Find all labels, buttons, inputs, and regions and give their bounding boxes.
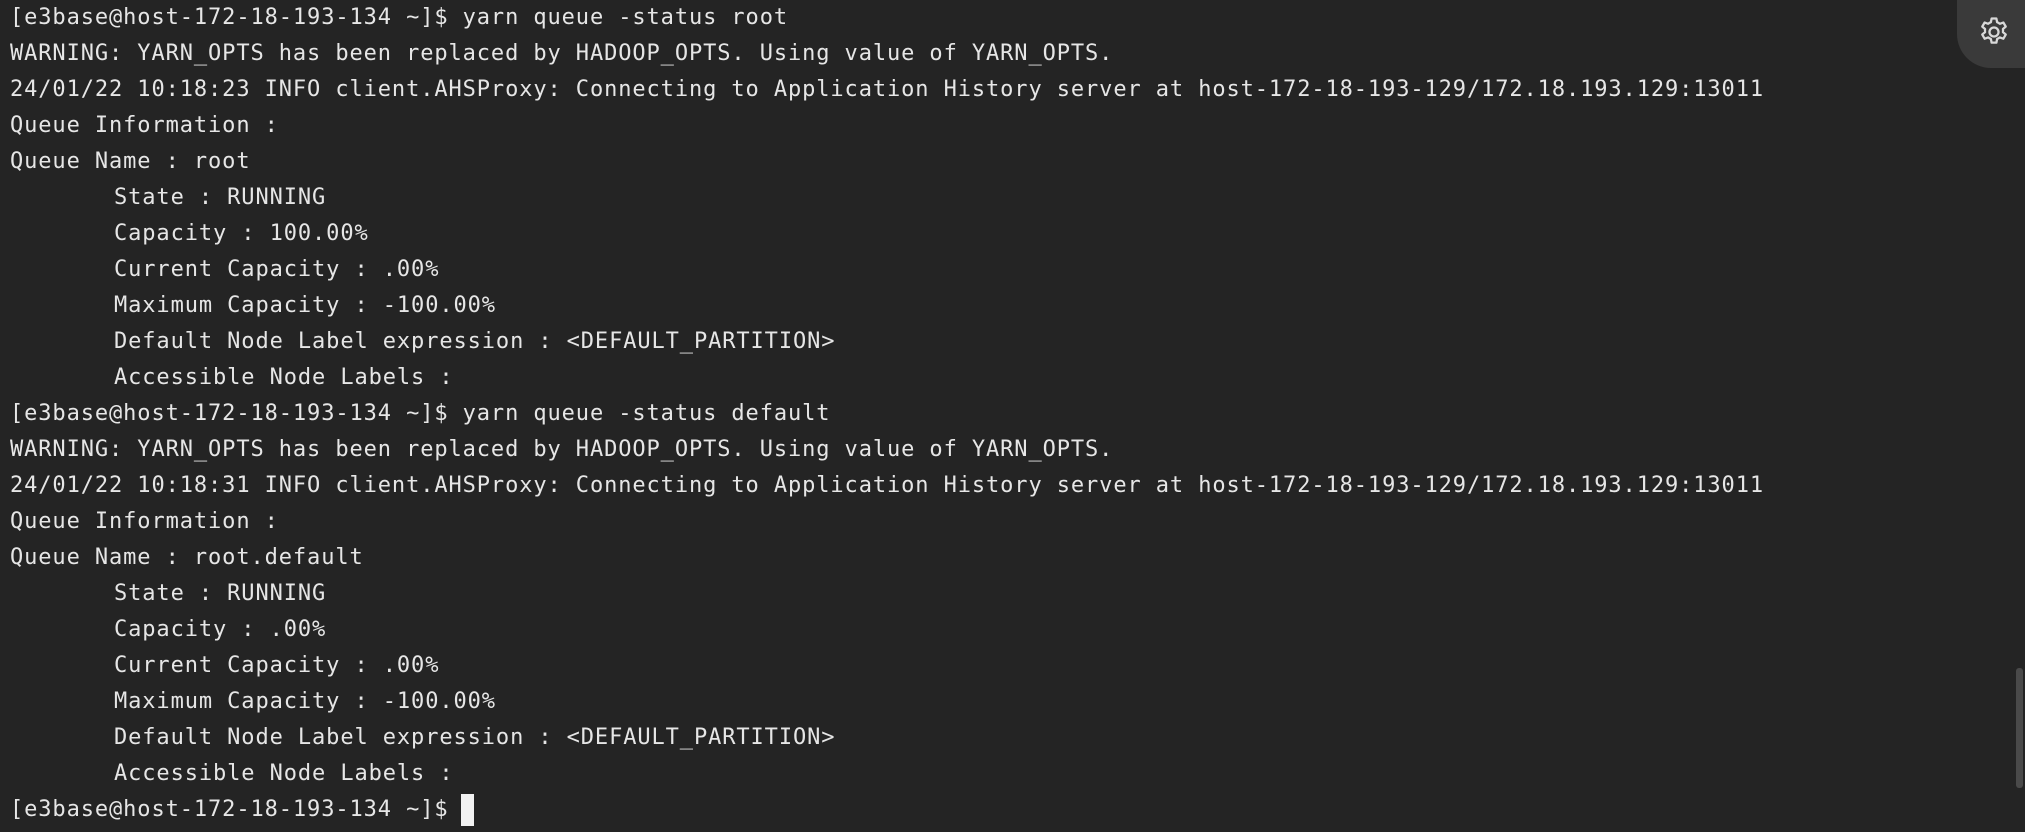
terminal-line: Default Node Label expression : <DEFAULT…: [114, 725, 836, 750]
terminal-line: Default Node Label expression : <DEFAULT…: [114, 329, 836, 354]
prompt-text: [e3base@host-172-18-193-134 ~]$: [10, 797, 449, 822]
terminal-line: Accessible Node Labels :: [114, 365, 454, 390]
terminal-output[interactable]: [e3base@host-172-18-193-134 ~]$ yarn que…: [10, 0, 2000, 832]
terminal-line: State : RUNNING: [114, 185, 327, 210]
terminal-line: 24/01/22 10:18:31 INFO client.AHSProxy: …: [10, 473, 1764, 498]
terminal-line: Current Capacity : .00%: [114, 653, 440, 678]
text-cursor: [460, 794, 474, 826]
terminal-line: 24/01/22 10:18:23 INFO client.AHSProxy: …: [10, 77, 1764, 102]
terminal-line: State : RUNNING: [114, 581, 327, 606]
terminal-line: WARNING: YARN_OPTS has been replaced by …: [10, 437, 1114, 462]
terminal-line: Accessible Node Labels :: [114, 761, 454, 786]
terminal-line: [e3base@host-172-18-193-134 ~]$ yarn que…: [10, 5, 788, 30]
terminal-line: Queue Information :: [10, 509, 279, 534]
terminal-line: [e3base@host-172-18-193-134 ~]$ yarn que…: [10, 401, 831, 426]
terminal-line: Maximum Capacity : -100.00%: [114, 689, 496, 714]
scrollbar-thumb[interactable]: [2016, 668, 2023, 788]
vertical-scrollbar[interactable]: [2013, 0, 2025, 832]
terminal-line: Maximum Capacity : -100.00%: [114, 293, 496, 318]
terminal-line: WARNING: YARN_OPTS has been replaced by …: [10, 41, 1114, 66]
terminal-lines: [e3base@host-172-18-193-134 ~]$ yarn que…: [10, 0, 2000, 792]
terminal-prompt-line[interactable]: [e3base@host-172-18-193-134 ~]$: [10, 792, 2000, 828]
gear-icon: [1977, 15, 2011, 53]
terminal-line: Capacity : 100.00%: [114, 221, 369, 246]
terminal-line: Current Capacity : .00%: [114, 257, 440, 282]
terminal-line: Capacity : .00%: [114, 617, 327, 642]
terminal-line: Queue Information :: [10, 113, 279, 138]
terminal-line: Queue Name : root.default: [10, 545, 364, 570]
terminal-line: Queue Name : root: [10, 149, 251, 174]
